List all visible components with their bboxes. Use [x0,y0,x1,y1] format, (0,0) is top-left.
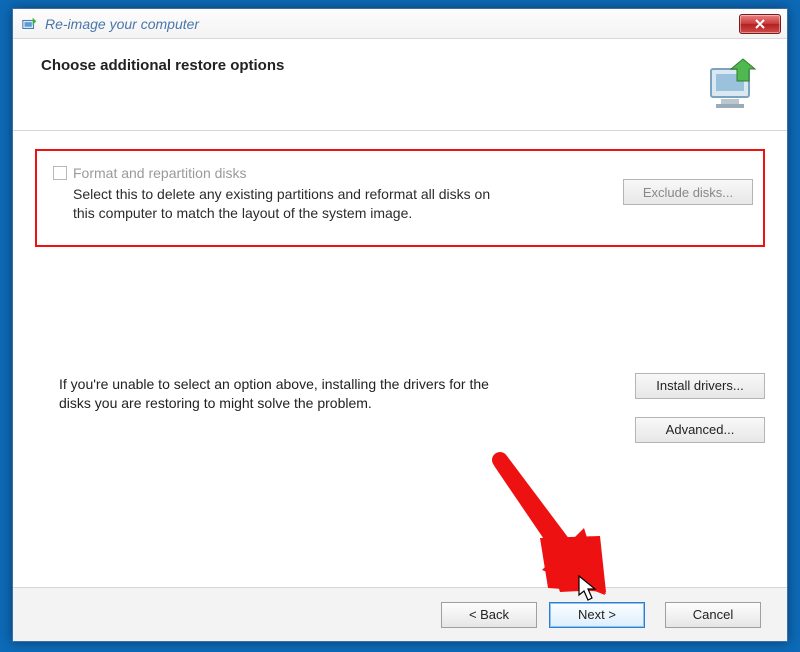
wizard-footer: < Back Next > Cancel [13,587,787,641]
next-button[interactable]: Next > [549,602,645,628]
title-bar: Re-image your computer [13,9,787,39]
advanced-button[interactable]: Advanced... [635,417,765,443]
back-button[interactable]: < Back [441,602,537,628]
content-area: Format and repartition disks Select this… [13,131,787,413]
close-button[interactable] [739,14,781,34]
format-section-highlight: Format and repartition disks Select this… [35,149,765,247]
driver-help-text: If you're unable to select an option abo… [59,375,489,413]
exclude-disks-button[interactable]: Exclude disks... [623,179,753,205]
driver-help-section: If you're unable to select an option abo… [35,375,765,413]
wizard-header: Choose additional restore options [13,39,787,131]
page-title: Choose additional restore options [41,57,701,74]
format-repartition-label: Format and repartition disks [73,165,247,181]
dialog-window: Re-image your computer Choose additional… [12,8,788,642]
format-repartition-description: Select this to delete any existing parti… [73,185,503,223]
app-icon [21,15,39,33]
install-drivers-button[interactable]: Install drivers... [635,373,765,399]
window-title: Re-image your computer [45,16,739,32]
format-repartition-checkbox[interactable] [53,166,67,180]
cancel-button[interactable]: Cancel [665,602,761,628]
restore-graphic-icon [701,57,765,113]
